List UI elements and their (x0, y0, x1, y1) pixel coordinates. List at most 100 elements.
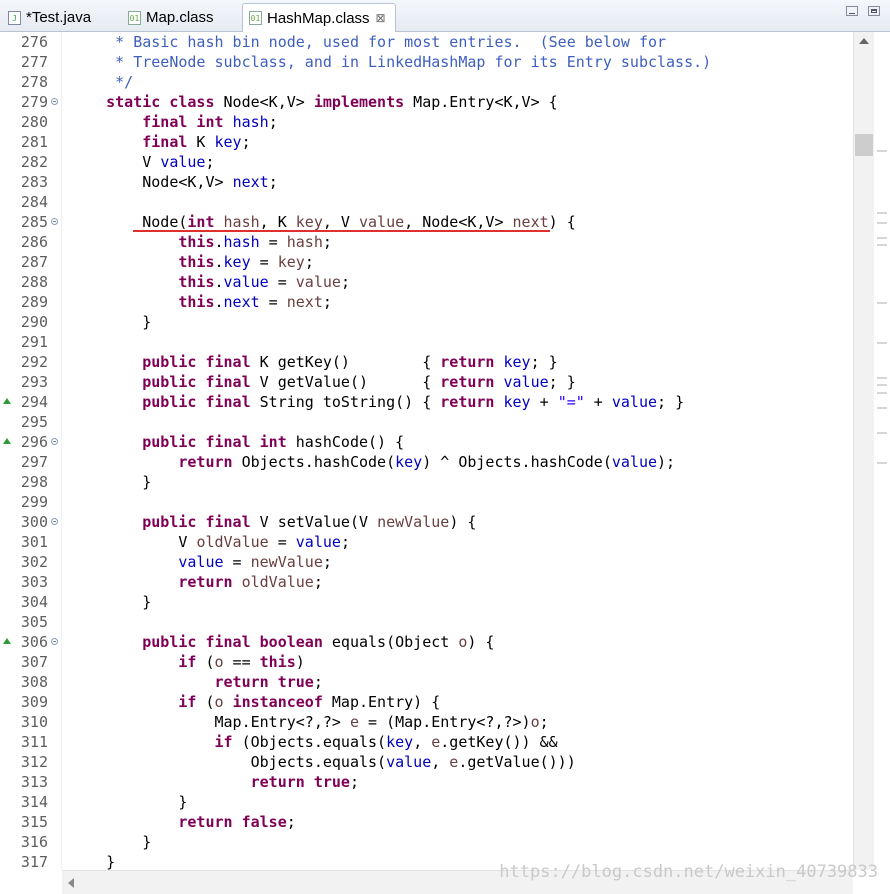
code-line[interactable]: 281 final K key; (0, 132, 853, 152)
code-line[interactable]: 308 return true; (0, 672, 853, 692)
code-line[interactable]: 276 * Basic hash bin node, used for most… (0, 32, 853, 52)
code-line[interactable]: 314 } (0, 792, 853, 812)
overview-ruler (874, 32, 890, 870)
code-line[interactable]: 306 public final boolean equals(Object o… (0, 632, 853, 652)
code-line[interactable]: 315 return false; (0, 812, 853, 832)
line-number: 302 (20, 553, 48, 571)
code-token: ; (205, 153, 215, 171)
code-line[interactable]: 303 return oldValue; (0, 572, 853, 592)
line-number: 300 (20, 513, 48, 531)
code-token: next (223, 293, 260, 311)
code-text: * TreeNode subclass, and in LinkedHashMa… (70, 52, 711, 72)
tab-map-class[interactable]: 01 Map.class (122, 3, 240, 32)
code-line[interactable]: 290 } (0, 312, 853, 332)
close-icon[interactable]: ⊠ (376, 11, 386, 25)
editor-tab-bar: J *Test.java 01 Map.class 01 HashMap.cla… (0, 0, 890, 32)
code-line[interactable]: 293 public final V getValue() { return v… (0, 372, 853, 392)
code-token: Node<K,V> (214, 93, 314, 111)
code-line[interactable]: 312 Objects.equals(value, e.getValue())) (0, 752, 853, 772)
code-line[interactable]: 296 public final int hashCode() { (0, 432, 853, 452)
code-line[interactable]: 300 public final V setValue(V newValue) … (0, 512, 853, 532)
code-line[interactable]: 310 Map.Entry<?,?> e = (Map.Entry<?,?>)o… (0, 712, 853, 732)
code-line[interactable]: 301 V oldValue = value; (0, 532, 853, 552)
code-line[interactable]: 289 this.next = next; (0, 292, 853, 312)
code-line[interactable]: 311 if (Objects.equals(key, e.getKey()) … (0, 732, 853, 752)
code-token: this (259, 653, 296, 671)
code-token: ; (539, 713, 549, 731)
code-line[interactable]: 277 * TreeNode subclass, and in LinkedHa… (0, 52, 853, 72)
code-editor[interactable]: 276 * Basic hash bin node, used for most… (0, 32, 853, 870)
code-token: ; (286, 813, 296, 831)
code-line[interactable]: 284 (0, 192, 853, 212)
overview-mark (877, 392, 887, 394)
code-line[interactable]: 298 } (0, 472, 853, 492)
code-line[interactable]: 305 (0, 612, 853, 632)
code-text: public final K getKey() { return key; } (70, 352, 557, 372)
code-line[interactable]: 291 (0, 332, 853, 352)
overview-mark (877, 342, 887, 344)
code-token: ; (322, 553, 332, 571)
code-line[interactable]: 313 return true; (0, 772, 853, 792)
minimize-icon[interactable] (846, 6, 858, 16)
code-line[interactable]: 288 this.value = value; (0, 272, 853, 292)
scroll-thumb[interactable] (855, 134, 873, 156)
code-token: * Basic hash bin node, used for most ent… (70, 33, 667, 51)
code-line[interactable]: 302 value = newValue; (0, 552, 853, 572)
vertical-scrollbar[interactable] (853, 32, 874, 870)
code-token: hashCode() { (286, 433, 405, 451)
code-line[interactable]: 297 return Objects.hashCode(key) ^ Objec… (0, 452, 853, 472)
code-line[interactable]: 287 this.key = key; (0, 252, 853, 272)
code-token: return true (250, 773, 350, 791)
code-token: ) ^ Objects.hashCode( (422, 453, 612, 471)
code-token: value (160, 153, 206, 171)
scroll-up-icon[interactable] (859, 38, 869, 44)
fold-icon[interactable] (51, 518, 58, 525)
line-number: 287 (20, 253, 48, 271)
maximize-icon[interactable] (868, 6, 880, 16)
fold-icon[interactable] (51, 98, 58, 105)
code-line[interactable]: 278 */ (0, 72, 853, 92)
fold-icon[interactable] (51, 218, 58, 225)
code-line[interactable]: 294 public final String toString() { ret… (0, 392, 853, 412)
code-line[interactable]: 280 final int hash; (0, 112, 853, 132)
tab-test-java[interactable]: J *Test.java (2, 3, 120, 32)
line-number: 310 (20, 713, 48, 731)
code-token: String toString() { (250, 393, 441, 411)
code-token: V setValue(V (250, 513, 378, 531)
code-line[interactable]: 304 } (0, 592, 853, 612)
code-line[interactable]: 283 Node<K,V> next; (0, 172, 853, 192)
code-line[interactable]: 282 V value; (0, 152, 853, 172)
code-token: } (70, 833, 152, 851)
code-line[interactable]: 292 public final K getKey() { return key… (0, 352, 853, 372)
code-text: if (Objects.equals(key, e.getKey()) && (70, 732, 558, 752)
code-text: public final boolean equals(Object o) { (70, 632, 494, 652)
code-line[interactable]: 279 static class Node<K,V> implements Ma… (0, 92, 853, 112)
fold-icon[interactable] (51, 638, 58, 645)
code-line[interactable]: 285 Node(int hash, K key, V value, Node<… (0, 212, 853, 232)
code-text: } (70, 852, 115, 870)
class-file-icon: 01 (128, 10, 141, 25)
code-line[interactable]: 307 if (o == this) (0, 652, 853, 672)
code-text: static class Node<K,V> implements Map.En… (70, 92, 558, 112)
code-line[interactable]: 309 if (o instanceof Map.Entry) { (0, 692, 853, 712)
scroll-left-icon[interactable] (68, 878, 74, 888)
code-token: hash (286, 233, 323, 251)
code-line[interactable]: 286 this.hash = hash; (0, 232, 853, 252)
code-token: public final (142, 353, 251, 371)
tab-hashmap-class[interactable]: 01 HashMap.class ⊠ (242, 3, 396, 32)
code-token: = (268, 273, 296, 291)
code-token: ; (340, 533, 350, 551)
code-token: o (214, 693, 224, 711)
code-token: ) { (449, 513, 477, 531)
fold-icon[interactable] (51, 438, 58, 445)
code-text: return Objects.hashCode(key) ^ Objects.h… (70, 452, 675, 472)
code-line[interactable]: 295 (0, 412, 853, 432)
code-line[interactable]: 299 (0, 492, 853, 512)
code-line[interactable]: 316 } (0, 832, 853, 852)
